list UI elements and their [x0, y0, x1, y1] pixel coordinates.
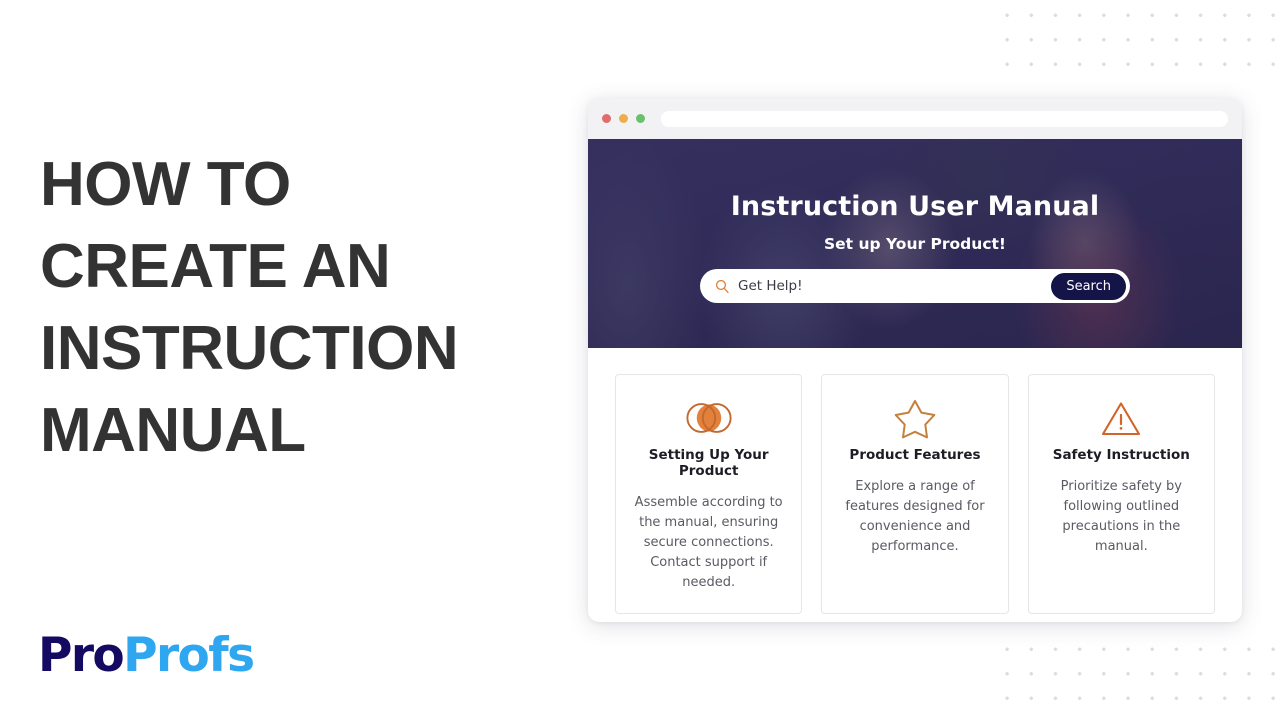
- hero-title: Instruction User Manual: [730, 191, 1100, 222]
- card-setting-up-your-product[interactable]: Setting Up Your Product Assemble accordi…: [615, 374, 803, 614]
- address-bar-actions[interactable]: [1170, 110, 1228, 127]
- minimize-window-icon[interactable]: [619, 114, 628, 123]
- address-bar-field[interactable]: [661, 110, 1167, 127]
- search-bar[interactable]: Search: [700, 269, 1130, 303]
- card-title: Setting Up Your Product: [648, 447, 769, 479]
- browser-mockup: Instruction User Manual Set up Your Prod…: [588, 98, 1242, 622]
- browser-chrome: [588, 98, 1242, 139]
- window-traffic-lights: [602, 114, 645, 123]
- warning-triangle-icon: [1043, 395, 1200, 441]
- card-product-features[interactable]: Product Features Explore a range of feat…: [821, 374, 1009, 614]
- card-description: Assemble according to the manual, ensuri…: [634, 495, 783, 590]
- card-title: Safety Instruction: [1052, 447, 1190, 463]
- search-icon: [715, 279, 729, 294]
- search-button[interactable]: Search: [1051, 272, 1126, 300]
- star-outline-icon: [836, 395, 993, 441]
- proprofs-logo: ProProfs: [38, 632, 255, 679]
- close-window-icon[interactable]: [602, 114, 611, 123]
- hero-banner: Instruction User Manual Set up Your Prod…: [588, 139, 1242, 348]
- search-input[interactable]: [738, 278, 1052, 294]
- hero-content: Instruction User Manual Set up Your Prod…: [588, 139, 1242, 303]
- logo-text-light: Profs: [123, 628, 255, 683]
- card-safety-instruction[interactable]: Safety Instruction Prioritize safety by …: [1027, 374, 1215, 614]
- decorative-dot-grid-bottom-right: [992, 634, 1280, 720]
- card-description: Prioritize safety by following outlined …: [1060, 479, 1182, 554]
- venn-circles-icon: [630, 395, 787, 441]
- card-description: Explore a range of features designed for…: [845, 479, 985, 554]
- feature-cards: Setting Up Your Product Assemble accordi…: [588, 348, 1242, 614]
- logo-text-dark: Pro: [38, 628, 125, 683]
- card-title: Product Features: [849, 447, 981, 463]
- hero-subtitle: Set up Your Product!: [824, 235, 1006, 253]
- address-bar[interactable]: [661, 110, 1228, 127]
- maximize-window-icon[interactable]: [636, 114, 645, 123]
- decorative-dot-grid-top-right: [992, 0, 1280, 86]
- page-title: How to create an instruction manual: [40, 149, 459, 465]
